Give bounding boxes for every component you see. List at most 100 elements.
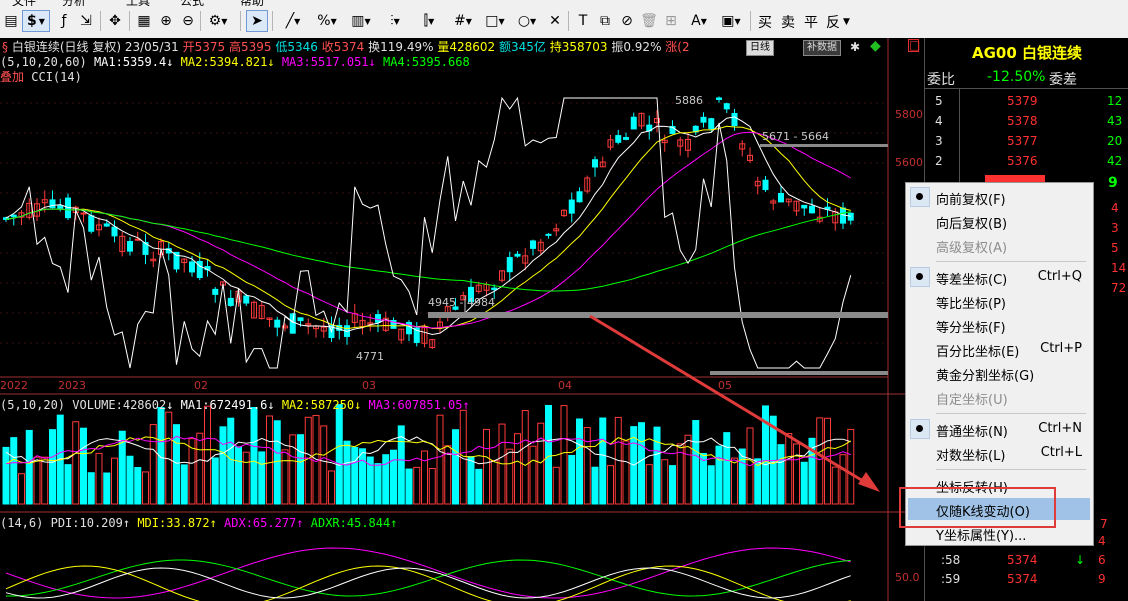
volume-bar — [537, 422, 545, 505]
text-tool-icon[interactable]: T — [572, 10, 594, 32]
period-tool-icon[interactable]: ⫶ ▼ — [380, 10, 410, 32]
volume-bar — [41, 456, 49, 505]
line-tool-icon[interactable]: ╱ ▼ — [278, 10, 308, 32]
volume-bar — [25, 429, 33, 505]
trade-arrow: ↓ — [1075, 553, 1086, 567]
trash-icon[interactable]: 🗑 — [638, 10, 660, 32]
quote-title: AG00 白银连续 — [971, 44, 1083, 62]
ma2-value: MA2:5394.821 — [180, 55, 268, 69]
cross-tool-icon[interactable]: ✕ — [544, 10, 566, 32]
chart-pane[interactable]: § 白银连续(日线 复权) 23/05/31 开5375 高5395 低5346… — [0, 38, 924, 601]
export-icon[interactable]: ⇲ — [75, 10, 97, 32]
radio-dot-icon — [916, 273, 923, 280]
menu-item[interactable]: 等分坐标(F) — [908, 314, 1090, 336]
ask-level: 3 — [935, 134, 943, 148]
menu-item[interactable]: 黄金分割坐标(G) — [908, 362, 1090, 384]
percent-tool-icon[interactable]: % ▼ — [312, 10, 342, 32]
ma1-value: MA1:5359.4 — [93, 55, 167, 69]
menu-item-label: 普通坐标(N) — [936, 425, 1008, 440]
pointer-icon[interactable]: ➤ — [246, 10, 268, 32]
zoom-in-icon[interactable]: ⊕ — [155, 10, 177, 32]
volume-bar — [2, 446, 10, 505]
restore-icon[interactable]: □ — [908, 39, 920, 52]
ratio-label: 委比 — [927, 72, 955, 88]
candle-body — [623, 137, 629, 140]
vol-ma1: MA1:672491.6 — [180, 398, 268, 412]
volume-bar — [692, 420, 700, 505]
volume-bar — [95, 452, 103, 505]
save-template-icon[interactable]: ▣ ▼ — [716, 10, 746, 32]
menu-item[interactable]: 百分比坐标(E) Ctrl+P — [908, 338, 1090, 360]
ask-row: 2 5376 42 — [925, 151, 1128, 171]
layout-icon[interactable]: ▤ — [0, 10, 22, 32]
lock-icon[interactable]: ⊞ — [660, 10, 682, 32]
align-tool-icon[interactable]: ⫿ ▼ — [414, 10, 444, 32]
ask-level: 4 — [935, 114, 943, 128]
ask-price: 5376 — [1007, 154, 1038, 168]
supplement-data-button[interactable]: 补数据 — [803, 40, 841, 56]
font-color-icon[interactable]: A ▼ — [684, 10, 714, 32]
gear-icon[interactable]: ✱ — [850, 40, 860, 54]
highlight-annotation-box — [899, 487, 1056, 528]
reverse-dropdown-icon[interactable]: ▼ — [843, 17, 850, 27]
volume-bar — [33, 456, 41, 505]
rect-tool-icon[interactable]: □ ▼ — [480, 10, 510, 32]
channel-tool-icon[interactable]: ▥ ▼ — [346, 10, 376, 32]
dollar-dropdown[interactable]: $ ▼ — [22, 10, 50, 32]
menu-analysis[interactable]: 分析 — [62, 0, 86, 6]
menu-item[interactable]: 向后复权(B) — [908, 210, 1090, 232]
candle-body — [716, 97, 722, 100]
menu-item[interactable]: 对数坐标(L) Ctrl+L — [908, 442, 1090, 464]
reverse-button[interactable]: 反 — [826, 12, 840, 32]
link-icon[interactable]: ⊘ — [616, 10, 638, 32]
volume-bar — [421, 450, 428, 505]
menu-file[interactable]: 文件 — [12, 0, 36, 6]
volume-bar — [258, 451, 266, 505]
move-icon[interactable]: ✥ — [104, 10, 126, 32]
candle-body — [111, 226, 118, 237]
flat-button[interactable]: 平 — [804, 12, 818, 32]
menu-tools[interactable]: 工具 — [126, 0, 150, 6]
volume-bar — [413, 466, 421, 505]
volume-bar — [180, 464, 188, 505]
sell-button[interactable]: 卖 — [781, 12, 795, 32]
buy-button[interactable]: 买 — [758, 12, 772, 32]
x-tick-02: 02 — [194, 379, 208, 392]
vol-params: (5,10,20) — [0, 398, 66, 412]
menu-help[interactable]: 帮助 — [240, 0, 264, 6]
dmi-tick-50: 50.0 — [895, 571, 920, 584]
bid-qty-value: 72 — [1111, 281, 1127, 295]
candle-body — [630, 116, 637, 130]
menu-item[interactable]: 普通坐标(N) Ctrl+N — [908, 418, 1090, 440]
menu-item-label: 等比坐标(P) — [936, 297, 1006, 312]
period-button[interactable]: 日线 — [746, 40, 774, 56]
dmi-legend: (14,6) PDI:10.209↑ MDI:33.872↑ ADX:65.27… — [0, 516, 398, 530]
grid-icon[interactable]: ▦ — [133, 10, 155, 32]
settings-icon[interactable]: ⚙ ▼ — [203, 10, 233, 32]
candle-body — [406, 321, 412, 335]
adx-value: ADX:65.277 — [224, 516, 297, 530]
volume-bar — [599, 417, 607, 505]
circle-tool-icon[interactable]: ○ ▼ — [512, 10, 542, 32]
ask-row: 3 5377 20 — [925, 131, 1128, 151]
diamond-icon[interactable]: ◆ — [870, 39, 881, 53]
trade-time: :58 — [941, 553, 961, 567]
adx-line — [5, 547, 851, 599]
menu-item[interactable]: 向前复权(F) — [908, 186, 1090, 208]
zoom-out-icon[interactable]: ⊖ — [177, 10, 199, 32]
menu-item[interactable]: 等差坐标(C) Ctrl+Q — [908, 266, 1090, 288]
amplitude-value: 振0.92% — [611, 40, 662, 54]
hash-tool-icon[interactable]: # ▼ — [448, 10, 478, 32]
holding-value: 持358703 — [549, 40, 608, 54]
formula-icon[interactable]: ƒ — [53, 10, 75, 32]
copy-icon[interactable]: ⧉ — [594, 10, 616, 32]
menu-item[interactable]: 等比坐标(P) — [908, 290, 1090, 312]
adjust-icon: § — [2, 40, 8, 54]
menu-item-label: 黄金分割坐标(G) — [936, 369, 1035, 384]
trade-qty-top: 7 — [1100, 517, 1108, 531]
candle-body — [708, 118, 715, 130]
menu-formula[interactable]: 公式 — [180, 0, 204, 6]
volume-bar — [707, 465, 715, 505]
volume-bar — [87, 472, 95, 505]
volume-bar — [18, 473, 25, 505]
